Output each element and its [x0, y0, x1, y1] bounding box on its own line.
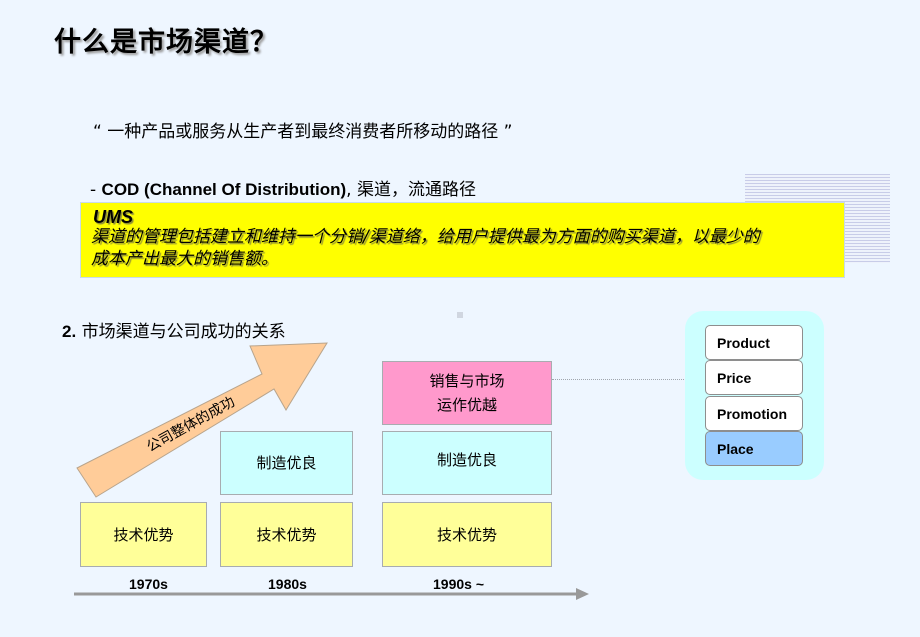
- timeline-arrowhead-icon: [576, 588, 589, 600]
- layer-tech-1990s-label: 技术优势: [436, 525, 497, 544]
- layer-tech-1980s-label: 技术优势: [256, 525, 317, 544]
- layer-manufacturing-1980s: 制造优良: [220, 431, 353, 495]
- layer-tech-1970s: 技术优势: [80, 502, 207, 567]
- layer-manufacturing-1980s-label: 制造优良: [256, 454, 317, 472]
- era-label-1980s: 1980s: [268, 576, 307, 592]
- mix-item-price: Price: [705, 360, 803, 395]
- mix-item-promotion: Promotion: [705, 396, 803, 431]
- layer-manufacturing-1990s-label: 制造优良: [436, 451, 497, 469]
- layer-tech-1990s: 技术优势: [382, 502, 552, 567]
- era-label-1970s: 1970s: [129, 576, 168, 592]
- dotted-connector: [552, 379, 686, 380]
- mix-item-price-label: Price: [717, 369, 752, 386]
- mix-item-product-label: Product: [717, 334, 770, 351]
- layer-manufacturing-1990s: 制造优良: [382, 431, 552, 495]
- layer-tech-1980s: 技术优势: [220, 502, 353, 567]
- mix-item-promotion-label: Promotion: [717, 405, 787, 422]
- mix-item-place-label: Place: [717, 440, 754, 457]
- layer-tech-1970s-label: 技术优势: [113, 525, 174, 544]
- era-label-1990s: 1990s ~: [433, 576, 484, 592]
- layer-sales-1990s-line1: 销售与市场: [429, 372, 505, 390]
- layer-sales-1990s: 销售与市场 运作优越: [382, 361, 552, 425]
- mix-item-place: Place: [705, 431, 803, 466]
- mix-item-product: Product: [705, 325, 803, 360]
- layer-sales-1990s-line2: 运作优越: [436, 396, 497, 414]
